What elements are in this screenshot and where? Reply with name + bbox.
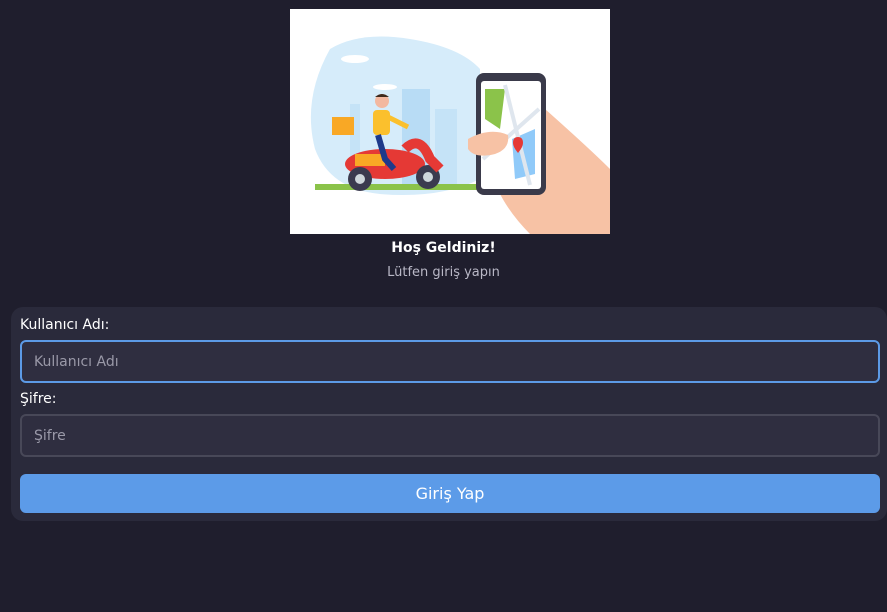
username-label: Kullanıcı Adı:	[20, 317, 110, 333]
welcome-title: Hoş Geldiniz!	[391, 240, 496, 256]
username-input[interactable]	[20, 340, 880, 383]
welcome-subtitle: Lütfen giriş yapın	[387, 265, 500, 280]
password-input[interactable]	[20, 414, 880, 457]
login-card: Kullanıcı Adı: Şifre: Giriş Yap	[11, 307, 887, 521]
login-button[interactable]: Giriş Yap	[20, 474, 880, 513]
password-label: Şifre:	[20, 391, 57, 407]
delivery-illustration	[290, 9, 610, 234]
